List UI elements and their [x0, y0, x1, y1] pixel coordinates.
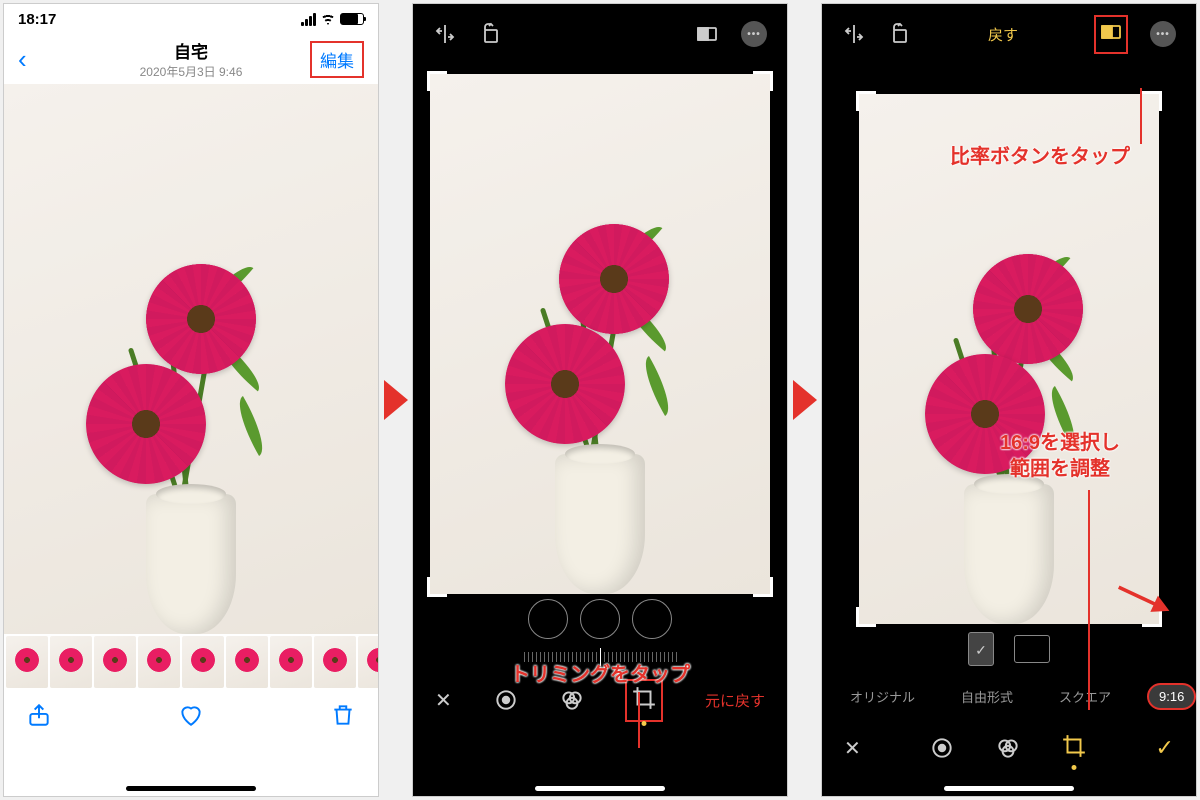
- photo-content[interactable]: [4, 84, 378, 634]
- ratio-original[interactable]: オリジナル: [840, 683, 925, 710]
- wifi-icon: [320, 13, 336, 25]
- annotation-leader: [1088, 490, 1090, 710]
- share-icon[interactable]: [26, 702, 52, 728]
- rotate-icon[interactable]: [888, 22, 912, 46]
- annotation-select: 16:9を選択し 範囲を調整: [1000, 430, 1120, 482]
- ratio-9-16[interactable]: 9:16: [1147, 683, 1196, 710]
- home-indicator[interactable]: [126, 786, 256, 791]
- favorite-icon[interactable]: [178, 702, 204, 728]
- next-step-arrow: [793, 380, 817, 420]
- crop-handle-bl[interactable]: [856, 607, 876, 627]
- home-indicator[interactable]: [944, 786, 1074, 791]
- ratio-freeform[interactable]: 自由形式: [951, 683, 1023, 710]
- editor-bottom-bar: ✕ ✓: [822, 718, 1196, 778]
- editor-top-bar: •••: [413, 4, 787, 64]
- back-button[interactable]: ‹: [18, 44, 27, 75]
- undo-label[interactable]: 戻す: [988, 24, 1018, 45]
- aspect-ratio-icon[interactable]: [1094, 15, 1128, 54]
- portrait-orientation[interactable]: [968, 632, 994, 666]
- annotation-leader: [1140, 88, 1142, 144]
- crop-handle-tl[interactable]: [856, 91, 876, 111]
- crop-handle-tr[interactable]: [1142, 91, 1162, 111]
- filters-tool-icon[interactable]: [995, 735, 1021, 761]
- orientation-row: [822, 624, 1196, 674]
- adjust-dials[interactable]: [413, 594, 787, 644]
- ratio-square[interactable]: スクエア: [1049, 683, 1121, 710]
- filters-tool-icon[interactable]: [559, 687, 585, 713]
- adjust-tool-icon[interactable]: [929, 735, 955, 761]
- photo-date: 2020年5月3日 9:46: [140, 63, 243, 80]
- crop-canvas[interactable]: [859, 94, 1159, 624]
- phone-screen-photo-view: 18:17 ‹ 自宅 2020年5月3日 9:46 編集: [3, 3, 379, 797]
- bottom-toolbar: [4, 690, 378, 740]
- trash-icon[interactable]: [330, 702, 356, 728]
- flip-icon[interactable]: [842, 22, 866, 46]
- status-time: 18:17: [18, 11, 56, 28]
- flip-icon[interactable]: [433, 22, 457, 46]
- revert-button[interactable]: 元に戻す: [705, 690, 765, 711]
- editor-top-bar: 戻す •••: [822, 4, 1196, 64]
- cancel-button[interactable]: ✕: [435, 688, 452, 713]
- crop-canvas[interactable]: [430, 74, 770, 594]
- crop-handle-tr[interactable]: [753, 71, 773, 91]
- crop-handle-br[interactable]: [753, 577, 773, 597]
- status-bar: 18:17: [4, 4, 378, 34]
- rotate-icon[interactable]: [479, 22, 503, 46]
- annotation-trim: トリミングをタップ: [510, 662, 690, 688]
- crop-handle-tl[interactable]: [427, 71, 447, 91]
- done-button[interactable]: ✓: [1156, 735, 1174, 761]
- next-step-arrow: [384, 380, 408, 420]
- cancel-button[interactable]: ✕: [844, 736, 861, 761]
- more-icon[interactable]: •••: [741, 21, 767, 47]
- crop-handle-bl[interactable]: [427, 577, 447, 597]
- battery-icon: [340, 13, 364, 25]
- adjust-tool-icon[interactable]: [493, 687, 519, 713]
- aspect-ratio-icon[interactable]: [695, 22, 719, 46]
- photo-title: 自宅: [140, 38, 243, 63]
- home-indicator[interactable]: [535, 786, 665, 791]
- thumbnail-strip[interactable]: [4, 634, 378, 690]
- aspect-ratio-strip[interactable]: オリジナル 自由形式 スクエア 9:16 8:10 5:7: [822, 674, 1196, 718]
- edit-button[interactable]: 編集: [310, 41, 364, 78]
- landscape-orientation[interactable]: [1014, 635, 1050, 663]
- cellular-icon: [301, 13, 316, 26]
- status-right: [301, 13, 364, 26]
- annotation-leader: [638, 692, 640, 748]
- more-icon[interactable]: •••: [1150, 21, 1176, 47]
- crop-tool-button[interactable]: [1061, 733, 1087, 764]
- annotation-ratio: 比率ボタンをタップ: [950, 144, 1130, 170]
- nav-bar: ‹ 自宅 2020年5月3日 9:46 編集: [4, 34, 378, 84]
